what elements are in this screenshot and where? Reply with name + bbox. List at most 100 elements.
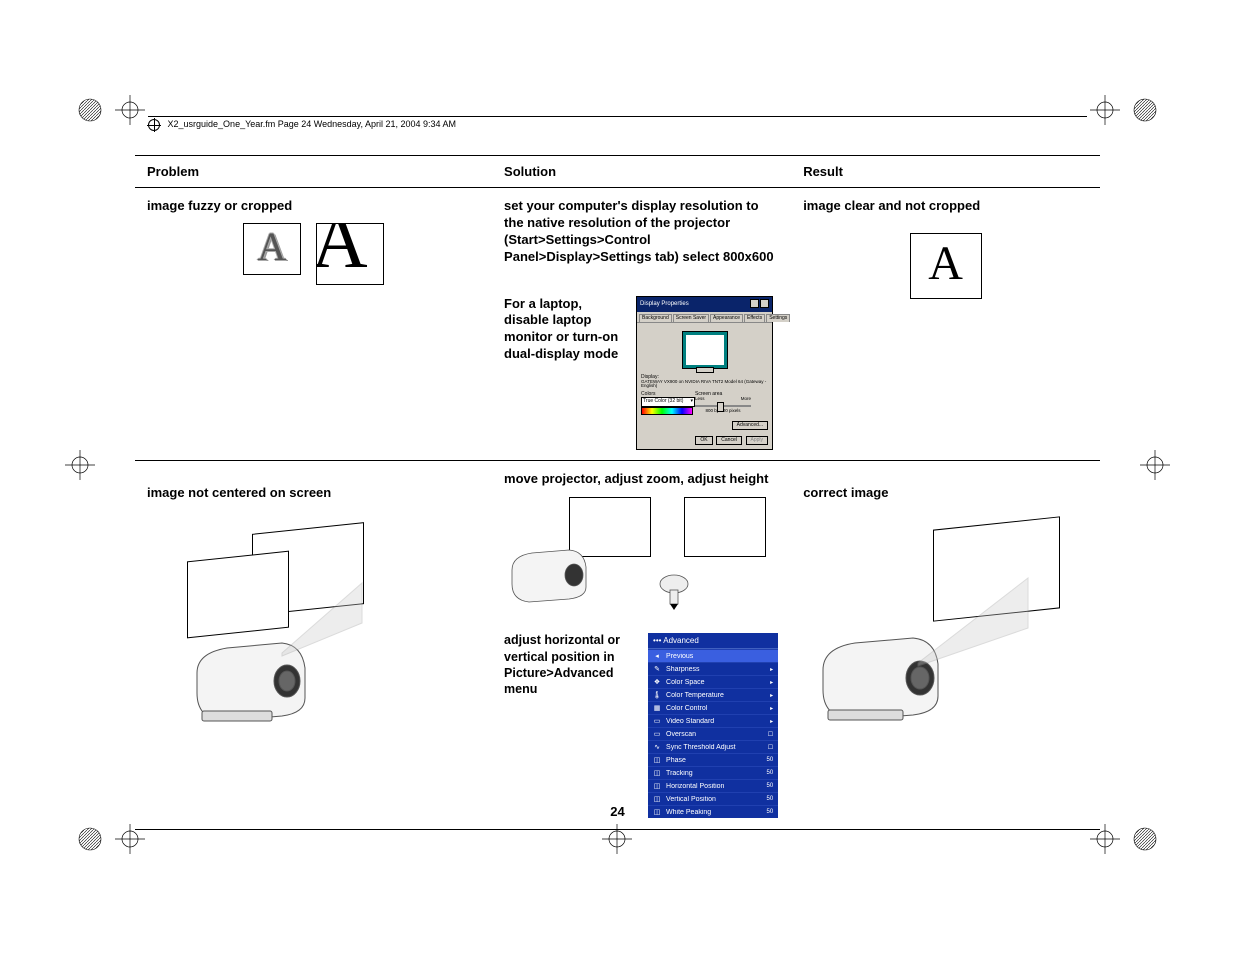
letter-a-cropped-icon: A [316, 223, 367, 280]
clear-image-illustration: A [803, 233, 1088, 302]
osd-item-label: Color Space [666, 679, 754, 686]
tab-appearance: Appearance [710, 314, 743, 322]
osd-item-value: 50 [759, 770, 773, 776]
projection-cone-icon [277, 578, 367, 658]
cancel-button: Cancel [716, 436, 742, 445]
correct-image-illustration [803, 518, 1088, 738]
osd-item-value: 50 [759, 783, 773, 789]
osd-item-icon: 🌡 [653, 691, 661, 699]
osd-item-label: Color Control [666, 705, 754, 712]
advanced-button: Advanced... [732, 421, 768, 430]
osd-item: ❖ Color Space ▸ [648, 675, 778, 688]
osd-item: 🌡 Color Temperature ▸ [648, 688, 778, 701]
osd-item-label: Sharpness [666, 666, 754, 673]
osd-item-icon: ▦ [653, 704, 661, 712]
osd-item-label: Phase [666, 757, 754, 764]
osd-item-value: ☐ [759, 744, 773, 751]
col-header-solution: Solution [492, 156, 791, 188]
osd-item-value: 50 [759, 757, 773, 763]
fuzzy-cropped-illustration: A A [147, 223, 480, 285]
osd-item-value: ☐ [759, 731, 773, 738]
crop-mark-icon [115, 95, 145, 125]
hatched-circle-icon [75, 824, 105, 854]
osd-item-label: Horizontal Position [666, 783, 754, 790]
osd-item: ✎ Sharpness ▸ [648, 662, 778, 675]
solution-subtext: For a laptop, disable laptop monitor or … [504, 296, 624, 364]
osd-item-label: Overscan [666, 731, 754, 738]
osd-item: ▭ Overscan ☐ [648, 727, 778, 740]
osd-item-icon: ◫ [653, 795, 661, 803]
osd-item-icon: ✎ [653, 665, 661, 673]
tab-settings: Settings [766, 314, 790, 322]
header-file-info: X2_usrguide_One_Year.fm Page 24 Wednesda… [168, 119, 457, 129]
solution-text: set your computer's display resolution t… [504, 198, 779, 266]
monitor-preview-icon [682, 331, 728, 369]
osd-item-icon: ❖ [653, 678, 661, 686]
osd-previous: Previous [666, 653, 754, 660]
display-value: GATEWAY VX900 on NVIDIA RIVA TNT2 Model … [641, 380, 768, 389]
page-number: 24 [0, 804, 1235, 819]
colors-value: True Color (32 bit) [643, 399, 683, 404]
osd-item: ▦ Color Control ▸ [648, 701, 778, 714]
osd-item-value: ▸ [759, 705, 773, 712]
offcenter-illustration [147, 518, 480, 738]
osd-item-value: ▸ [759, 718, 773, 725]
crop-mark-icon [65, 450, 95, 480]
adjust-foot-icon [654, 572, 694, 612]
ok-button: OK [695, 436, 712, 445]
tab-screensaver: Screen Saver [673, 314, 709, 322]
osd-item: ◫ Phase 50 [648, 753, 778, 766]
close-button-icon [760, 299, 769, 308]
troubleshooting-table: Problem Solution Result image fuzzy or c… [135, 155, 1100, 830]
col-header-result: Result [791, 156, 1100, 188]
table-row: image not centered on screen mo [135, 460, 1100, 830]
osd-item: ∿ Sync Threshold Adjust ☐ [648, 740, 778, 753]
osd-item: ▭ Video Standard ▸ [648, 714, 778, 727]
osd-item-icon: ∿ [653, 743, 661, 751]
crop-mark-icon [1140, 450, 1170, 480]
solution-text: move projector, adjust zoom, adjust heig… [504, 471, 779, 488]
letter-a-fuzzy-icon: A [257, 223, 286, 270]
col-header-problem: Problem [135, 156, 492, 188]
osd-item-icon: ▭ [653, 730, 661, 738]
apply-button: Apply [746, 436, 769, 445]
osd-item-icon: ▭ [653, 717, 661, 725]
osd-item-icon: ◫ [653, 756, 661, 764]
osd-item-label: Vertical Position [666, 796, 754, 803]
problem-title: image fuzzy or cropped [147, 198, 480, 213]
osd-item-icon: ◫ [653, 782, 661, 790]
letter-a-clear-icon: A [928, 236, 963, 291]
osd-item-value: ▸ [759, 692, 773, 699]
back-arrow-icon: ◂ [653, 652, 661, 660]
page-header: X2_usrguide_One_Year.fm Page 24 Wednesda… [148, 116, 1087, 131]
osd-item-label: Tracking [666, 770, 754, 777]
dialog-title: Display Properties [640, 301, 689, 307]
crop-mark-icon [1090, 95, 1120, 125]
help-button-icon [750, 299, 759, 308]
osd-item: ◫ Tracking 50 [648, 766, 778, 779]
hatched-circle-icon [1130, 95, 1160, 125]
hatched-circle-icon [1130, 824, 1160, 854]
display-properties-dialog: Display Properties Background Screen Sav… [636, 296, 773, 450]
adjust-projector-illustration [504, 497, 779, 612]
osd-item-value: ▸ [759, 666, 773, 673]
osd-item: ◫ Horizontal Position 50 [648, 779, 778, 792]
color-gradient-icon [641, 407, 693, 415]
hatched-circle-icon [75, 95, 105, 125]
osd-item-label: Color Temperature [666, 692, 754, 699]
osd-item-value: 50 [759, 796, 773, 802]
projector-icon [504, 542, 594, 607]
result-title: image clear and not cropped [803, 198, 1088, 213]
projection-cone-icon [913, 573, 1033, 668]
osd-item-label: Sync Threshold Adjust [666, 744, 754, 751]
result-title: correct image [803, 485, 1088, 500]
table-row: image fuzzy or cropped A A set your comp… [135, 188, 1100, 461]
osd-item-icon: ◫ [653, 769, 661, 777]
problem-title: image not centered on screen [147, 485, 480, 500]
solution-subtext: adjust horizontal or vertical position i… [504, 632, 639, 697]
osd-item-value: ▸ [759, 679, 773, 686]
tab-effects: Effects [744, 314, 765, 322]
osd-advanced-menu: ••• Advanced ◂Previous ✎Sharpness▸❖Color… [647, 632, 779, 819]
slider-thumb-icon [717, 402, 724, 412]
osd-item-label: Video Standard [666, 718, 754, 725]
